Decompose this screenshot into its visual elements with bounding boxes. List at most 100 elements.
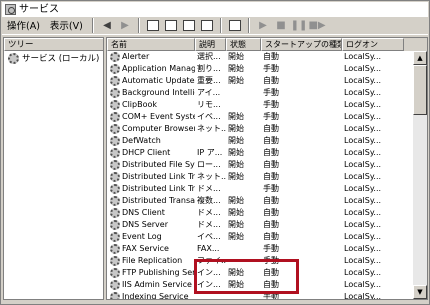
service-status-cell: 開始 <box>228 280 244 289</box>
service-logon-cell: LocalSy... <box>344 220 382 229</box>
gear-icon <box>110 112 120 122</box>
service-start-cell: 手動 <box>263 184 279 193</box>
service-name: Distributed Link Tra... <box>122 172 195 181</box>
service-start-cell: 自動 <box>263 196 279 205</box>
toolbar: ◀ ▶ ▶ ■ ❚❚ ■▶ <box>89 15 326 35</box>
service-desc-cell: イベ... <box>197 112 221 121</box>
column-header-name[interactable]: 名前 <box>107 38 195 51</box>
table-row[interactable]: Event Log イベ... 開始 自動 LocalSy... <box>107 231 413 243</box>
service-name: Event Log <box>122 232 162 241</box>
service-desc-cell: ネット... <box>197 124 226 133</box>
service-logon-cell: LocalSy... <box>344 52 382 61</box>
pause-icon[interactable]: ❚❚ <box>291 18 308 33</box>
table-row[interactable]: IIS Admin Service イン... 開始 自動 LocalSy... <box>107 279 413 291</box>
play-icon[interactable]: ▶ <box>255 18 271 33</box>
up-icon[interactable] <box>145 18 161 33</box>
service-name-cell: DNS Client <box>107 207 195 219</box>
export-icon[interactable] <box>199 18 215 33</box>
table-row[interactable]: Application Manage...割り... 開始 手動 LocalSy... <box>107 63 413 75</box>
forward-icon[interactable]: ▶ <box>117 18 133 33</box>
table-row[interactable]: Distributed File Sys...ロー... 開始 自動 LocalSy.… <box>107 159 413 171</box>
table-row[interactable]: Distributed Link Tra...ドメ... 手動 LocalSy... <box>107 183 413 195</box>
menu-view[interactable]: 表示(V) <box>45 19 88 34</box>
table-row[interactable]: Automatic Updates 重要... 開始 自動 LocalSy... <box>107 75 413 87</box>
service-desc-cell: 複数... <box>197 196 221 205</box>
toolbar-separator <box>220 17 222 33</box>
service-start-cell: 手動 <box>263 100 279 109</box>
service-name: FAX Service <box>122 244 169 253</box>
table-row[interactable]: DNS Client ドメ... 開始 自動 LocalSy... <box>107 207 413 219</box>
table-row[interactable]: FTP Publishing Ser... イン... 開始 自動 LocalSy... <box>107 267 413 279</box>
service-status-cell: 開始 <box>228 64 244 73</box>
table-row[interactable]: Distributed Link Tra...ネット...開始 自動 LocalSy… <box>107 171 413 183</box>
gear-icon <box>110 52 120 62</box>
tree-item-services-local[interactable]: サービス (ローカル) <box>4 51 103 65</box>
stop-icon[interactable]: ■ <box>273 18 289 33</box>
service-logon-cell: LocalSy... <box>344 160 382 169</box>
service-name: Background Intellig... <box>122 88 195 97</box>
gear-icon <box>110 76 120 86</box>
service-desc-cell: 割り... <box>197 64 221 73</box>
table-row[interactable]: Distributed Transac...複数... 開始 自動 LocalSy..… <box>107 195 413 207</box>
service-start-cell: 手動 <box>263 64 279 73</box>
table-row[interactable]: DNS Server ドメ... 開始 自動 LocalSy... <box>107 219 413 231</box>
service-start-cell: 自動 <box>263 52 279 61</box>
table-row[interactable]: Computer Browser ネット... 開始 自動 LocalSy... <box>107 123 413 135</box>
table-row[interactable]: COM+ Event Systemイベ... 開始 手動 LocalSy... <box>107 111 413 123</box>
toolbar-separator <box>92 17 94 33</box>
service-status-cell: 開始 <box>228 268 244 277</box>
service-logon-cell: LocalSy... <box>344 232 382 241</box>
properties-icon[interactable] <box>163 18 179 33</box>
back-icon[interactable]: ◀ <box>99 18 115 33</box>
gear-icon <box>110 64 120 74</box>
service-start-cell: 自動 <box>263 172 279 181</box>
table-row[interactable]: FAX Service FAX... 手動 LocalSy... <box>107 243 413 255</box>
table-row[interactable]: DHCP Client IP ア... 開始 自動 LocalSy... <box>107 147 413 159</box>
table-row[interactable]: DefWatch 開始 自動 LocalSy... <box>107 135 413 147</box>
service-logon-cell: LocalSy... <box>344 172 382 181</box>
scroll-up-icon[interactable]: ▲ <box>413 51 427 65</box>
table-row[interactable]: File Replication ファイ... 手動 LocalSy... <box>107 255 413 267</box>
gear-icon <box>110 136 120 146</box>
service-status-cell: 開始 <box>228 196 244 205</box>
menu-action[interactable]: 操作(A) <box>2 19 45 34</box>
gear-icon <box>110 124 120 134</box>
service-name-cell: Distributed Link Tra... <box>107 183 195 195</box>
service-status-cell: 開始 <box>228 148 244 157</box>
scroll-thumb[interactable] <box>413 65 427 115</box>
service-name: ClipBook <box>122 100 158 109</box>
table-row[interactable]: Background Intellig...アイ... 手動 LocalSy... <box>107 87 413 99</box>
service-name-cell: File Replication <box>107 255 195 267</box>
service-name: Application Manage... <box>122 64 195 73</box>
gear-icon <box>110 160 120 170</box>
service-name: FTP Publishing Ser... <box>122 268 195 277</box>
service-name: DHCP Client <box>122 148 171 157</box>
column-header-description[interactable]: 説明 <box>195 38 226 51</box>
service-name-cell: ClipBook <box>107 99 195 111</box>
gear-icon <box>110 88 120 98</box>
tree-header: ツリー <box>4 38 103 51</box>
service-name: Computer Browser <box>122 124 195 133</box>
table-row[interactable]: Indexing Service 手動 LocalSy... <box>107 291 413 299</box>
column-header-logon[interactable]: ログオン <box>342 38 404 51</box>
column-header-status[interactable]: 状態 <box>226 38 261 51</box>
refresh-icon[interactable] <box>181 18 197 33</box>
gear-icon <box>110 208 120 218</box>
restart-icon[interactable]: ■▶ <box>308 18 325 33</box>
service-logon-cell: LocalSy... <box>344 208 382 217</box>
service-name-cell: Distributed Transac... <box>107 195 195 207</box>
scroll-down-icon[interactable]: ▼ <box>413 285 427 299</box>
table-row[interactable]: Alerter 選択... 開始 自動 LocalSy... <box>107 51 413 63</box>
service-status-cell: 開始 <box>228 220 244 229</box>
table-row[interactable]: ClipBook リモ... 手動 LocalSy... <box>107 99 413 111</box>
service-name-cell: FTP Publishing Ser... <box>107 267 195 279</box>
service-logon-cell: LocalSy... <box>344 244 382 253</box>
vertical-scrollbar[interactable]: ▲ ▼ <box>413 51 427 299</box>
column-header-startup-type[interactable]: スタートアップの種類 <box>261 38 342 51</box>
service-logon-cell: LocalSy... <box>344 280 382 289</box>
service-desc-cell: ロー... <box>197 160 221 169</box>
service-logon-cell: LocalSy... <box>344 76 382 85</box>
service-start-cell: 自動 <box>263 220 279 229</box>
service-status-cell: 開始 <box>228 136 244 145</box>
help-icon[interactable] <box>227 18 243 33</box>
